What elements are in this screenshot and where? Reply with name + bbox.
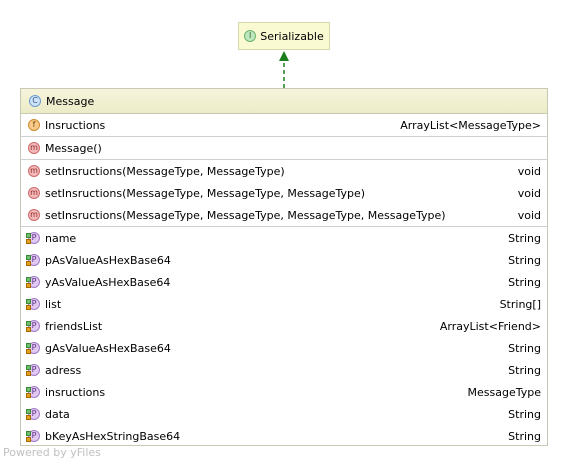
method-icon: m: [28, 209, 40, 221]
field-row[interactable]: f Insructions ArrayList<MessageType>: [21, 114, 547, 136]
method-icon: m: [28, 165, 40, 177]
property-name: insructions: [45, 385, 106, 399]
setter-icon: [26, 261, 31, 266]
getter-icon: [26, 255, 31, 260]
setter-icon: [26, 393, 31, 398]
property-row[interactable]: PyAsValueAsHexBase64 String: [21, 271, 547, 293]
class-name: Message: [46, 94, 95, 108]
method-type: void: [517, 208, 541, 222]
getter-icon: [26, 321, 31, 326]
method-icon: m: [28, 142, 40, 154]
getter-icon: [26, 343, 31, 348]
property-type: String: [508, 275, 541, 289]
property-name: yAsValueAsHexBase64: [45, 275, 171, 289]
property-row[interactable]: Plist String[]: [21, 293, 547, 315]
property-icon: P: [26, 364, 40, 376]
property-icon: P: [26, 430, 40, 442]
getter-icon: [26, 277, 31, 282]
getter-icon: [26, 233, 31, 238]
property-icon: P: [26, 298, 40, 310]
property-type: String: [508, 429, 541, 443]
property-icon: P: [26, 254, 40, 266]
property-name: list: [45, 297, 62, 311]
property-type: String[]: [499, 297, 541, 311]
watermark: Powered by yFiles: [3, 446, 101, 459]
fields-section: f Insructions ArrayList<MessageType>: [21, 114, 547, 137]
property-name: friendsList: [45, 319, 103, 333]
property-name: bKeyAsHexStringBase64: [45, 429, 181, 443]
setter-icon: [26, 305, 31, 310]
property-type: String: [508, 231, 541, 245]
field-icon: f: [28, 119, 40, 131]
property-row[interactable]: PfriendsList ArrayList<Friend>: [21, 315, 547, 337]
property-row[interactable]: Pinsructions MessageType: [21, 381, 547, 403]
method-type: void: [517, 164, 541, 178]
setter-icon: [26, 415, 31, 420]
method-name: setInsructions(MessageType, MessageType,…: [45, 186, 366, 200]
property-icon: P: [26, 386, 40, 398]
method-icon: m: [28, 187, 40, 199]
method-type: void: [517, 186, 541, 200]
property-icon: P: [26, 342, 40, 354]
method-row[interactable]: m setInsructions(MessageType, MessageType…: [21, 204, 547, 226]
property-name: gAsValueAsHexBase64: [45, 341, 171, 355]
property-icon: P: [26, 320, 40, 332]
property-icon: P: [26, 276, 40, 288]
method-name: setInsructions(MessageType, MessageType,…: [45, 208, 446, 222]
getter-icon: [26, 387, 31, 392]
methods-section: m setInsructions(MessageType, MessageType…: [21, 160, 547, 227]
field-type: ArrayList<MessageType>: [400, 118, 541, 132]
class-node-message[interactable]: C Message f Insructions ArrayList<MessageT…: [20, 88, 548, 446]
class-icon: C: [29, 95, 41, 107]
method-row[interactable]: m setInsructions(MessageType, MessageType…: [21, 182, 547, 204]
property-row[interactable]: Pdata String: [21, 403, 547, 425]
property-name: name: [45, 231, 77, 245]
field-name: Insructions: [45, 118, 106, 132]
constructor-name: Message(): [45, 141, 102, 155]
method-name: setInsructions(MessageType, MessageType): [45, 164, 285, 178]
property-icon: P: [26, 232, 40, 244]
property-name: adress: [45, 363, 82, 377]
method-row[interactable]: m setInsructions(MessageType, MessageType…: [21, 160, 547, 182]
setter-icon: [26, 327, 31, 332]
setter-icon: [26, 283, 31, 288]
property-type: ArrayList<Friend>: [439, 319, 541, 333]
constructors-section: m Message(): [21, 137, 547, 160]
property-row[interactable]: PbKeyAsHexStringBase64 String: [21, 425, 547, 447]
getter-icon: [26, 299, 31, 304]
property-type: String: [508, 341, 541, 355]
property-type: String: [508, 407, 541, 421]
setter-icon: [26, 239, 31, 244]
class-header: C Message: [21, 89, 547, 114]
setter-icon: [26, 437, 31, 442]
getter-icon: [26, 431, 31, 436]
getter-icon: [26, 409, 31, 414]
property-row[interactable]: PpAsValueAsHexBase64 String: [21, 249, 547, 271]
property-row[interactable]: Padress String: [21, 359, 547, 381]
property-type: String: [508, 253, 541, 267]
setter-icon: [26, 349, 31, 354]
property-row[interactable]: Pname String: [21, 227, 547, 249]
getter-icon: [26, 365, 31, 370]
properties-section: Pname String PpAsValueAsHexBase64 String PyA…: [21, 227, 547, 447]
property-type: MessageType: [467, 385, 541, 399]
property-row[interactable]: PgAsValueAsHexBase64 String: [21, 337, 547, 359]
property-type: String: [508, 363, 541, 377]
setter-icon: [26, 371, 31, 376]
constructor-row[interactable]: m Message(): [21, 137, 547, 159]
property-name: pAsValueAsHexBase64: [45, 253, 171, 267]
property-name: data: [45, 407, 70, 421]
property-icon: P: [26, 408, 40, 420]
